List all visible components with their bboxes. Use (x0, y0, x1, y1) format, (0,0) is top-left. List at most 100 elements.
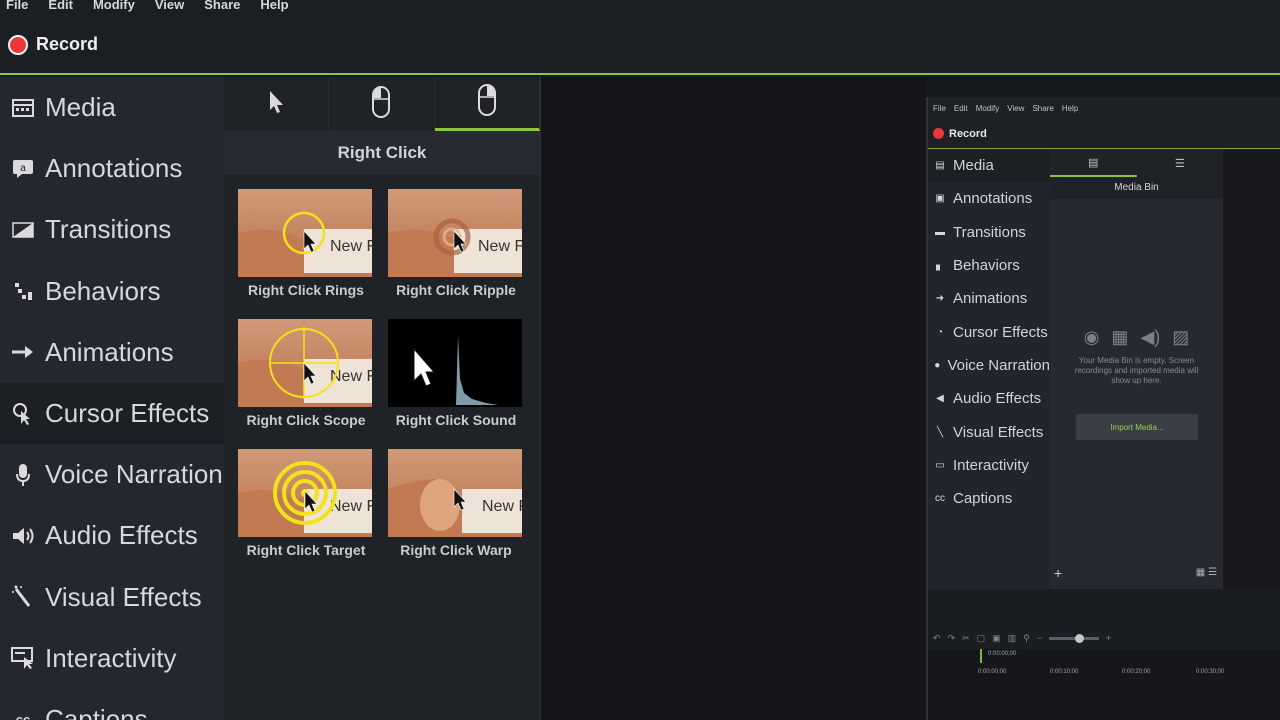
mouse-left-icon (372, 85, 391, 123)
svg-text:a: a (20, 163, 26, 174)
behaviors-icon: ▖ (936, 260, 944, 272)
thumb-text: New F (482, 498, 522, 515)
playhead (980, 649, 982, 663)
menu-share[interactable]: Share (204, 0, 240, 12)
mini-sidebar-item-interactivity: ▭ Interactivity (928, 449, 1050, 482)
zoom-slider-thumb (1075, 633, 1085, 643)
mini-import-media-button: Import Media... (1076, 414, 1198, 440)
effect-thumbnail (388, 319, 522, 407)
sidebar-item-cursor-effects[interactable]: Cursor Effects (0, 382, 224, 445)
sidebar-item-label: Animations (45, 336, 174, 367)
effect-label: Right Click Target (246, 542, 366, 558)
effect-tile-rings[interactable]: New F Right Click Rings (238, 189, 374, 305)
menu-file[interactable]: File (6, 0, 28, 12)
mini-empty-message: Your Media Bin is empty. Screen recordin… (1074, 356, 1199, 385)
mini-sidebar: ▤ Media ▣ Annotations ▬ Transitions ▖ Behavi… (928, 149, 1050, 589)
media-icon: ▤ (935, 160, 945, 172)
mini-bin-tabs: ▤ ☰ (1050, 149, 1223, 177)
sidebar-item-label: Voice Narration (45, 459, 223, 490)
animations-icon (10, 339, 36, 365)
sidebar-item-transitions[interactable]: Transitions (0, 199, 224, 260)
cursor-effects-icon (10, 401, 36, 427)
menu-bar: File Edit Modify View Share Help (0, 0, 1280, 16)
sidebar-item-captions[interactable]: cc Captions (0, 689, 224, 720)
mini-sidebar-label: Audio Effects (953, 390, 1042, 408)
playhead-time: 0:00:00;00 (988, 651, 1017, 657)
transitions-icon: ▬ (935, 226, 945, 238)
svg-text:cc: cc (16, 712, 30, 720)
mini-media-type-icons: ◉ ▦ ◀) ▨ (1050, 327, 1223, 348)
mini-canvas (1223, 149, 1280, 589)
sidebar-item-label: Audio Effects (45, 520, 198, 551)
mini-sidebar-label: Animations (953, 290, 1028, 308)
timeline-ruler: 0:00:00;00 0:00:10;00 0:00:20;00 0:00:30… (978, 669, 1280, 683)
menu-help[interactable]: Help (260, 0, 288, 12)
mini-sidebar-label: Transitions (953, 223, 1026, 241)
captions-icon: cc (935, 493, 945, 505)
tab-right-click[interactable] (434, 77, 540, 131)
wand-icon (10, 584, 36, 610)
mini-sidebar-item-annotations: ▣ Annotations (928, 182, 1050, 215)
sidebar-item-animations[interactable]: Animations (0, 322, 224, 383)
thumb-text: New F (330, 498, 372, 515)
mini-media-bin: ▤ ☰ Media Bin ◉ ▦ ◀) ▨ Your Media Bin is… (1050, 149, 1223, 589)
interactivity-icon: ▭ (935, 459, 945, 471)
zoom-slider (1049, 633, 1100, 643)
effect-tile-sound[interactable]: Right Click Sound (388, 319, 524, 435)
mini-sidebar-item-animations: ➜ Animations (928, 282, 1050, 315)
effect-thumbnail: New F (388, 189, 522, 277)
effect-label: Right Click Sound (395, 412, 517, 428)
menu-modify[interactable]: Modify (93, 0, 135, 12)
mini-sidebar-label: Media (953, 157, 994, 175)
sidebar-item-interactivity[interactable]: Interactivity (0, 628, 224, 689)
cursor-effects-panel: Right Click New F Right Click Rings New … (224, 77, 541, 720)
effect-label: Right Click Scope (246, 412, 366, 428)
undo-icon: ↶ (933, 632, 941, 643)
mini-sidebar-label: Cursor Effects (953, 323, 1048, 341)
record-button[interactable]: Record (36, 34, 98, 55)
record-icon[interactable] (8, 34, 28, 55)
effect-tile-target[interactable]: New F Right Click Target (238, 449, 374, 565)
sidebar-item-behaviors[interactable]: Behaviors (0, 261, 224, 322)
ruler-tick: 0:00:30;00 (1196, 669, 1225, 675)
sidebar-item-label: Visual Effects (45, 581, 202, 612)
sidebar-item-label: Annotations (45, 153, 183, 184)
mini-sidebar-label: Behaviors (953, 257, 1020, 275)
sidebar-item-voice-narration[interactable]: Voice Narration (0, 444, 224, 505)
menu-view[interactable]: View (155, 0, 184, 12)
copy-icon: ▢ (976, 632, 986, 643)
mini-menu-view: View (1007, 103, 1025, 113)
speaker-icon: ◀ (936, 393, 944, 405)
sidebar-item-label: Interactivity (45, 642, 177, 673)
transitions-icon (10, 217, 36, 243)
sidebar-item-audio-effects[interactable]: Audio Effects (0, 505, 224, 566)
mini-bin-title: Media Bin (1050, 177, 1223, 199)
sidebar-item-label: Transitions (45, 214, 172, 245)
captions-icon: cc (10, 706, 36, 720)
pointer-icon (268, 90, 284, 119)
ruler-tick: 0:00:10;00 (1050, 669, 1079, 675)
split-icon: ▥ (1007, 632, 1017, 643)
tab-left-click[interactable] (329, 77, 435, 131)
mini-sidebar-item-cursor-effects: ◔ Cursor Effects (928, 315, 1050, 348)
menu-edit[interactable]: Edit (48, 0, 73, 12)
mini-sidebar-item-media: ▤ Media (928, 149, 1050, 183)
sidebar-item-media[interactable]: Media (0, 77, 224, 138)
effect-thumbnail: New F (238, 319, 372, 407)
mini-menu-file: File (933, 103, 946, 113)
mini-timeline-toolbar: ↶ ↷ ✂ ▢ ▣ ▥ ⚲ − + (928, 627, 1280, 649)
speaker-icon (10, 523, 36, 549)
effect-tile-ripple[interactable]: New F Right Click Ripple (388, 189, 524, 305)
mini-sidebar-item-transitions: ▬ Transitions (928, 216, 1050, 249)
canvas-area[interactable] (541, 77, 926, 720)
sidebar-item-annotations[interactable]: a Annotations (0, 138, 224, 199)
mini-menu-bar: File Edit Modify View Share Help (928, 97, 1280, 119)
mini-sidebar-label: Voice Narration (947, 356, 1050, 374)
effect-tile-warp[interactable]: New F Right Click Warp (388, 449, 524, 565)
sidebar-item-label: Behaviors (45, 275, 161, 306)
library-icon: ☰ (1174, 157, 1185, 170)
sidebar-item-visual-effects[interactable]: Visual Effects (0, 567, 224, 628)
effect-tile-scope[interactable]: New F Right Click Scope (238, 319, 374, 435)
interactivity-icon (10, 645, 36, 671)
tab-cursor[interactable] (224, 77, 330, 131)
